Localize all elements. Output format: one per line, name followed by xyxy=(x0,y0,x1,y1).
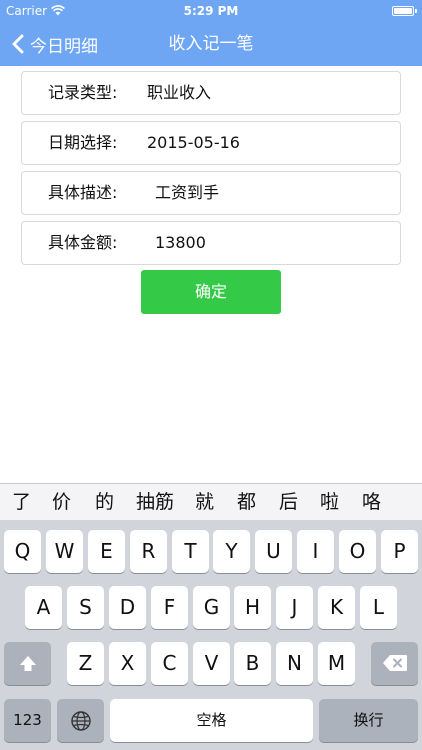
key-m[interactable]: M xyxy=(318,642,355,685)
keyboard: Q W E R T Y U I O P A S D F G H J K L Z … xyxy=(0,520,422,750)
globe-icon xyxy=(70,711,91,731)
shift-key[interactable] xyxy=(4,642,51,685)
candidate-word[interactable]: 的 xyxy=(95,484,114,521)
candidate-word[interactable]: 都 xyxy=(237,484,256,521)
numbers-key[interactable]: 123 xyxy=(4,699,51,742)
date-row[interactable]: 日期选择: 2015-05-16 xyxy=(21,121,401,165)
record-type-value[interactable]: 职业收入 xyxy=(147,72,387,114)
key-l[interactable]: L xyxy=(360,586,397,629)
description-input[interactable] xyxy=(155,172,395,214)
key-j[interactable]: J xyxy=(276,586,313,629)
candidate-word[interactable]: 后 xyxy=(279,484,298,521)
key-p[interactable]: P xyxy=(381,530,418,573)
delete-key[interactable] xyxy=(371,642,418,685)
key-q[interactable]: Q xyxy=(4,530,41,573)
key-y[interactable]: Y xyxy=(213,530,250,573)
key-f[interactable]: F xyxy=(151,586,188,629)
key-a[interactable]: A xyxy=(25,586,62,629)
key-v[interactable]: V xyxy=(193,642,230,685)
record-type-label: 记录类型: xyxy=(48,83,118,102)
page-title: 收入记一笔 xyxy=(168,34,254,54)
amount-label: 具体金额: xyxy=(48,233,118,252)
key-h[interactable]: H xyxy=(234,586,271,629)
battery-icon xyxy=(392,6,417,16)
key-r[interactable]: R xyxy=(130,530,167,573)
description-label: 具体描述: xyxy=(48,183,118,202)
key-w[interactable]: W xyxy=(46,530,83,573)
amount-row[interactable]: 具体金额: xyxy=(21,221,401,265)
candidate-bar: 了 价 的 抽筋 就 都 后 啦 咯 xyxy=(0,483,422,520)
key-c[interactable]: C xyxy=(151,642,188,685)
date-label: 日期选择: xyxy=(48,133,118,152)
candidate-word[interactable]: 了 xyxy=(12,484,31,521)
space-key[interactable]: 空格 xyxy=(110,699,313,742)
shift-icon xyxy=(19,656,36,671)
return-key[interactable]: 换行 xyxy=(319,699,418,742)
key-k[interactable]: K xyxy=(318,586,355,629)
key-b[interactable]: B xyxy=(234,642,271,685)
key-g[interactable]: G xyxy=(193,586,230,629)
amount-input[interactable] xyxy=(155,222,395,264)
key-t[interactable]: T xyxy=(172,530,209,573)
candidate-word[interactable]: 啦 xyxy=(320,484,339,521)
globe-key[interactable] xyxy=(57,699,104,742)
key-x[interactable]: X xyxy=(109,642,146,685)
key-u[interactable]: U xyxy=(255,530,292,573)
status-bar: Carrier 5:29 PM xyxy=(0,0,422,22)
description-row[interactable]: 具体描述: xyxy=(21,171,401,215)
backspace-icon xyxy=(382,655,407,671)
key-s[interactable]: S xyxy=(67,586,104,629)
key-z[interactable]: Z xyxy=(67,642,104,685)
key-i[interactable]: I xyxy=(297,530,334,573)
candidate-word[interactable]: 抽筋 xyxy=(136,484,174,521)
status-time: 5:29 PM xyxy=(183,4,239,18)
key-e[interactable]: E xyxy=(88,530,125,573)
top-bar: Carrier 5:29 PM 今日明细 收入记一笔 xyxy=(0,0,422,66)
record-type-row[interactable]: 记录类型: 职业收入 xyxy=(21,71,401,115)
key-o[interactable]: O xyxy=(339,530,376,573)
candidate-word[interactable]: 价 xyxy=(52,484,71,521)
date-value[interactable]: 2015-05-16 xyxy=(147,122,387,164)
key-n[interactable]: N xyxy=(276,642,313,685)
navigation-bar: 今日明细 收入记一笔 xyxy=(0,22,422,66)
key-d[interactable]: D xyxy=(109,586,146,629)
confirm-button[interactable]: 确定 xyxy=(141,270,281,314)
candidate-word[interactable]: 咯 xyxy=(362,484,381,521)
candidate-word[interactable]: 就 xyxy=(195,484,214,521)
